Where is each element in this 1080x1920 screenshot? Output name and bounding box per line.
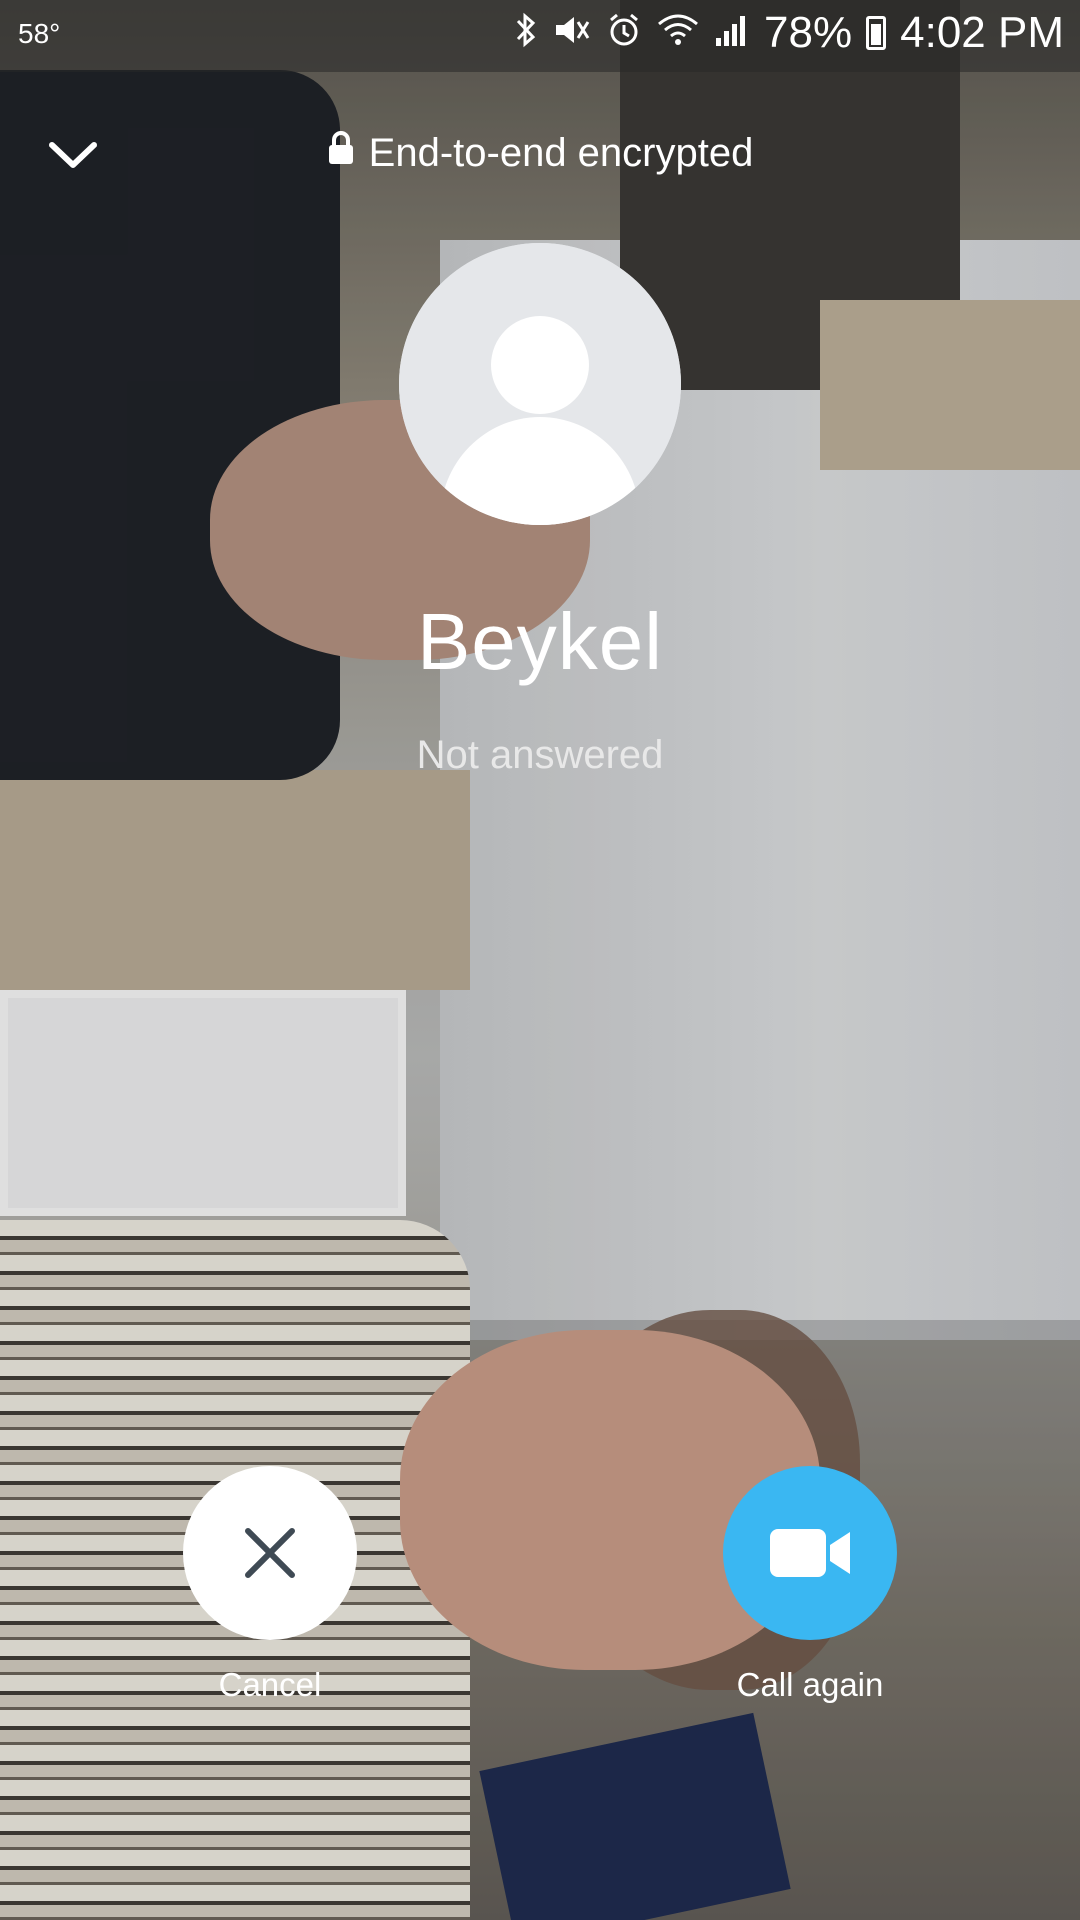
contact-name: Beykel xyxy=(416,597,664,686)
call-status: Not answered xyxy=(416,733,664,777)
bluetooth-icon xyxy=(514,12,538,54)
call-header: End-to-end encrypted xyxy=(0,120,1080,190)
encryption-label: End-to-end encrypted xyxy=(368,130,754,175)
cell-signal-icon xyxy=(714,12,750,54)
call-again-button[interactable] xyxy=(723,1466,897,1640)
alarm-icon xyxy=(606,12,642,54)
cancel-label: Cancel xyxy=(218,1666,322,1703)
encryption-notice: End-to-end encrypted xyxy=(0,130,1080,176)
wifi-icon xyxy=(656,12,700,54)
battery-percent: 78% xyxy=(764,8,853,57)
video-camera-icon xyxy=(770,1529,850,1577)
cancel-action: Cancel xyxy=(150,1466,390,1704)
lock-icon xyxy=(327,130,355,176)
cancel-button[interactable] xyxy=(183,1466,357,1640)
call-again-label: Call again xyxy=(736,1666,884,1703)
clock: 4:02 PM xyxy=(900,8,1064,57)
video-call-screen: 58° 78% 4:02 PM End-to-end encrypted Bey… xyxy=(0,0,1080,1920)
contact-avatar xyxy=(399,243,681,525)
status-bar: 58° 78% 4:02 PM xyxy=(0,0,1080,72)
battery-icon xyxy=(866,16,887,50)
temperature: 58° xyxy=(18,18,61,49)
close-icon xyxy=(245,1528,295,1578)
call-again-action: Call again xyxy=(690,1466,930,1704)
default-avatar-icon xyxy=(399,243,681,525)
vibrate-mute-icon xyxy=(552,12,592,54)
